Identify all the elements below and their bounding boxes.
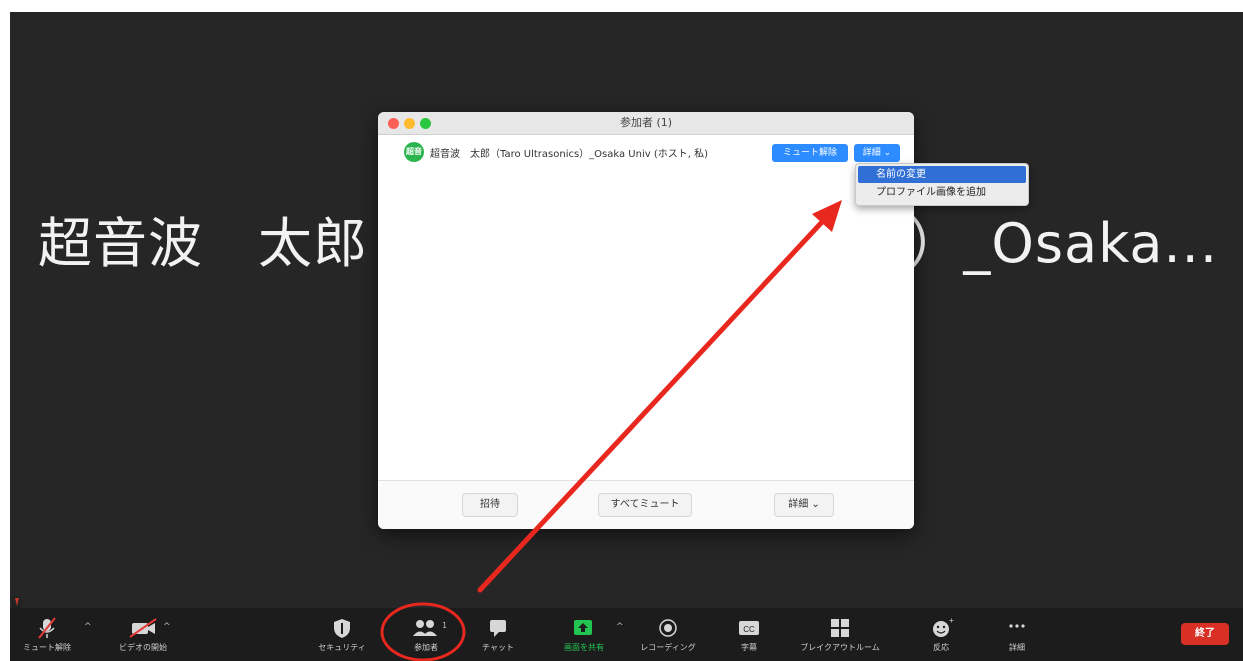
breakout-rooms-button[interactable]: ブレイクアウトルーム	[784, 608, 896, 661]
record-icon	[659, 619, 677, 637]
breakout-rooms-label: ブレイクアウトルーム	[800, 643, 880, 652]
security-label: セキュリティ	[318, 643, 366, 652]
share-options-caret[interactable]: ^	[616, 622, 624, 632]
unmute-options-caret[interactable]: ^	[84, 622, 92, 632]
end-meeting-button[interactable]: 終了	[1181, 623, 1229, 645]
participants-footer: 招待 すべてミュート 詳細 ⌄	[378, 480, 914, 529]
chevron-down-icon: ⌄	[883, 148, 892, 158]
participants-window: 参加者 (1) 超音 超音波 太郎（Taro Ultrasonics）_Osak…	[378, 112, 914, 529]
reactions-label: 反応	[933, 643, 949, 652]
close-window-button[interactable]	[388, 118, 399, 129]
participants-count: 1	[442, 621, 448, 630]
share-screen-label: 画面を共有	[564, 643, 604, 652]
chat-bubble-icon	[490, 620, 506, 637]
video-options-caret[interactable]: ^	[163, 622, 171, 632]
participant-more-button[interactable]: 詳細 ⌄	[854, 144, 900, 162]
participants-icon	[413, 620, 437, 636]
svg-text:+: +	[949, 617, 954, 625]
reaction-smiley-icon: +	[933, 617, 954, 637]
participant-more-label: 詳細	[862, 148, 881, 158]
participant-name-left: 超音波 太郎	[38, 212, 368, 275]
maximize-window-button[interactable]	[420, 118, 431, 129]
chat-button[interactable]: チャット	[470, 608, 526, 661]
more-label: 詳細	[1009, 643, 1025, 652]
minimize-window-button[interactable]	[404, 118, 415, 129]
share-screen-icon	[574, 620, 592, 635]
avatar: 超音	[404, 142, 424, 162]
more-dots-icon	[1009, 624, 1025, 628]
participant-context-menu: 名前の変更 プロファイル画像を追加	[855, 163, 1029, 206]
security-button[interactable]: セキュリティ	[310, 608, 374, 661]
participants-label: 参加者	[414, 643, 438, 652]
reactions-button[interactable]: + 反応	[916, 608, 966, 661]
closed-captions-icon: CC	[739, 621, 759, 635]
share-screen-button[interactable]: ^ 画面を共有	[550, 608, 624, 661]
participant-name-right: ）_Osaka...	[908, 212, 1218, 275]
unmute-label: ミュート解除	[23, 643, 71, 652]
participants-window-titlebar[interactable]: 参加者 (1)	[378, 112, 914, 135]
chat-label: チャット	[482, 643, 514, 652]
shield-icon	[334, 619, 350, 638]
mute-all-button[interactable]: すべてミュート	[598, 493, 692, 517]
participant-unmute-button[interactable]: ミュート解除	[772, 144, 848, 162]
svg-text:CC: CC	[743, 625, 755, 634]
breakout-rooms-icon	[831, 619, 849, 637]
record-button[interactable]: レコーディング	[628, 608, 708, 661]
unmute-button[interactable]: ^ ミュート解除	[16, 608, 92, 661]
window-title: 参加者 (1)	[619, 116, 673, 129]
more-button[interactable]: 詳細	[994, 608, 1040, 661]
rename-menu-item[interactable]: 名前の変更	[858, 166, 1026, 183]
footer-more-label: 詳細	[788, 499, 809, 510]
start-video-button[interactable]: ^ ビデオの開始	[108, 608, 178, 661]
participant-row[interactable]: 超音 超音波 太郎（Taro Ultrasonics）_Osaka Univ (…	[378, 138, 914, 168]
footer-more-button[interactable]: 詳細 ⌄	[774, 493, 834, 517]
microphone-muted-icon	[38, 617, 56, 639]
add-profile-picture-menu-item[interactable]: プロファイル画像を追加	[858, 184, 1026, 201]
meeting-toolbar: ^ ミュート解除 ^ ビデオの開始 セキュリティ 1 参加者 チャット ^ 画面…	[10, 596, 1243, 661]
participant-name: 超音波 太郎（Taro Ultrasonics）_Osaka Univ (ホスト…	[430, 149, 709, 160]
recording-indicator-icon	[12, 596, 22, 608]
captions-button[interactable]: CC 字幕	[728, 608, 770, 661]
record-label: レコーディング	[640, 643, 696, 652]
invite-button[interactable]: 招待	[462, 493, 518, 517]
participants-button[interactable]: 1 参加者	[394, 608, 458, 661]
chevron-down-icon: ⌄	[811, 499, 820, 510]
captions-label: 字幕	[741, 643, 757, 652]
start-video-label: ビデオの開始	[119, 643, 167, 652]
